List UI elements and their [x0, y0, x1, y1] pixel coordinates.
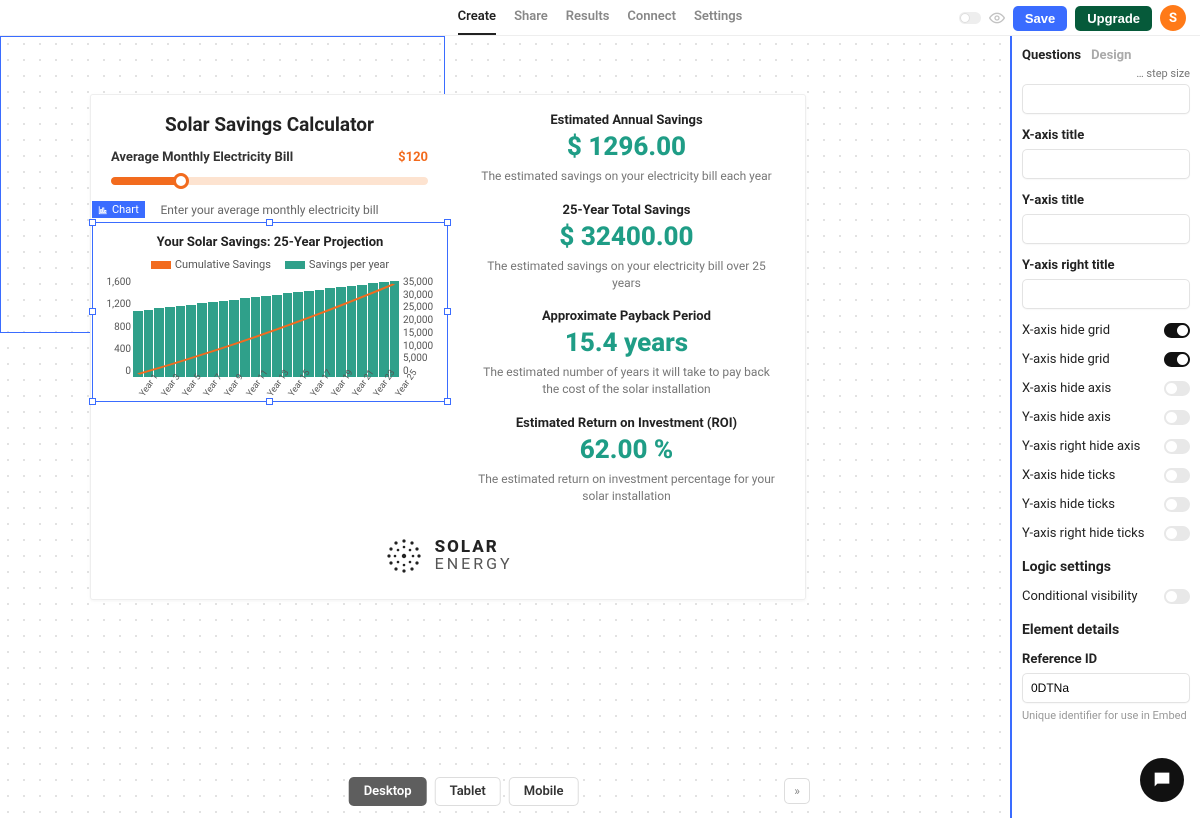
toggle-4[interactable]	[1164, 439, 1190, 454]
toggle-label-0: X-axis hide grid	[1022, 323, 1110, 338]
y-axis-title-label: Y-axis title	[1022, 193, 1190, 208]
tab-settings[interactable]: Settings	[694, 0, 742, 35]
upgrade-button[interactable]: Upgrade	[1075, 6, 1152, 31]
device-desktop[interactable]: Desktop	[349, 777, 427, 806]
device-mobile[interactable]: Mobile	[509, 777, 579, 806]
preview-toggle[interactable]	[959, 12, 981, 24]
toggle-5[interactable]	[1164, 468, 1190, 483]
x-axis-title-label: X-axis title	[1022, 128, 1190, 143]
sidepanel-tab-questions[interactable]: Questions	[1022, 48, 1081, 63]
slider-label: Average Monthly Electricity Bill	[111, 150, 293, 165]
tab-create[interactable]: Create	[458, 0, 496, 35]
step-size-input[interactable]	[1022, 84, 1190, 114]
metric-value-0: $ 1296.00	[476, 132, 777, 162]
reference-id-hint: Unique identifier for use in Embed	[1022, 709, 1190, 722]
metric-value-2: 15.4 years	[476, 328, 777, 358]
toggle-label-6: Y-axis hide ticks	[1022, 497, 1115, 512]
collapse-sidepanel-button[interactable]: »	[784, 778, 810, 804]
toggle-1[interactable]	[1164, 352, 1190, 367]
toggle-0[interactable]	[1164, 323, 1190, 338]
truncated-heading: … step size	[1022, 67, 1190, 80]
metric-label-3: Estimated Return on Investment (ROI)	[476, 416, 777, 431]
metric-value-1: $ 32400.00	[476, 222, 777, 252]
reference-id-input[interactable]	[1022, 673, 1190, 703]
page-title: Solar Savings Calculator	[111, 113, 428, 136]
toggle-label-4: Y-axis right hide axis	[1022, 439, 1140, 454]
metric-label-2: Approximate Payback Period	[476, 309, 777, 324]
conditional-visibility-label: Conditional visibility	[1022, 589, 1138, 604]
device-tablet[interactable]: Tablet	[435, 777, 501, 806]
logo: SOLAR ENERGY	[91, 535, 805, 577]
tab-connect[interactable]: Connect	[627, 0, 676, 35]
metric-desc-1: The estimated savings on your electricit…	[476, 258, 777, 292]
intercom-button[interactable]	[1140, 758, 1184, 802]
metric-label-0: Estimated Annual Savings	[476, 113, 777, 128]
y-axis-right-title-label: Y-axis right title	[1022, 258, 1190, 273]
reference-id-label: Reference ID	[1022, 652, 1190, 667]
tab-results[interactable]: Results	[566, 0, 610, 35]
chart-legend: Cumulative Savings Savings per year	[101, 258, 439, 271]
metric-desc-3: The estimated return on investment perce…	[476, 471, 777, 505]
slider-value: $120	[398, 150, 428, 165]
element-details-heading: Element details	[1022, 622, 1190, 638]
y-axis-title-input[interactable]	[1022, 214, 1190, 244]
chart-title: Your Solar Savings: 25-Year Projection	[101, 235, 439, 250]
toggle-label-5: X-axis hide ticks	[1022, 468, 1115, 483]
toggle-6[interactable]	[1164, 497, 1190, 512]
selection-tag: Chart	[92, 201, 145, 218]
tab-share[interactable]: Share	[514, 0, 548, 35]
conditional-visibility-toggle[interactable]	[1164, 589, 1190, 604]
toggle-label-3: Y-axis hide axis	[1022, 410, 1111, 425]
x-axis-title-input[interactable]	[1022, 149, 1190, 179]
chart-element[interactable]: Chart Your Solar Savings: 25-Year Projec…	[92, 222, 448, 402]
sidepanel-tab-design[interactable]: Design	[1091, 48, 1131, 63]
metric-desc-0: The estimated savings on your electricit…	[476, 168, 777, 185]
slider-hint: Enter your average monthly electricity b…	[111, 203, 428, 217]
y-axis-right-title-input[interactable]	[1022, 279, 1190, 309]
toggle-2[interactable]	[1164, 381, 1190, 396]
avatar[interactable]: S	[1160, 5, 1186, 31]
preview-icon[interactable]	[989, 10, 1005, 26]
logic-heading: Logic settings	[1022, 559, 1190, 575]
metric-desc-2: The estimated number of years it will ta…	[476, 364, 777, 398]
canvas[interactable]: Solar Savings Calculator Average Monthly…	[0, 36, 1010, 818]
toggle-3[interactable]	[1164, 410, 1190, 425]
side-panel: Questions Design … step size X-axis title…	[1010, 36, 1200, 818]
metric-value-3: 62.00 %	[476, 435, 777, 465]
toggle-label-7: Y-axis right hide ticks	[1022, 526, 1144, 541]
toggle-label-2: X-axis hide axis	[1022, 381, 1111, 396]
metric-label-1: 25-Year Total Savings	[476, 203, 777, 218]
bill-slider[interactable]	[111, 177, 428, 185]
save-button[interactable]: Save	[1013, 6, 1067, 31]
toggle-label-1: Y-axis hide grid	[1022, 352, 1110, 367]
toggle-7[interactable]	[1164, 526, 1190, 541]
